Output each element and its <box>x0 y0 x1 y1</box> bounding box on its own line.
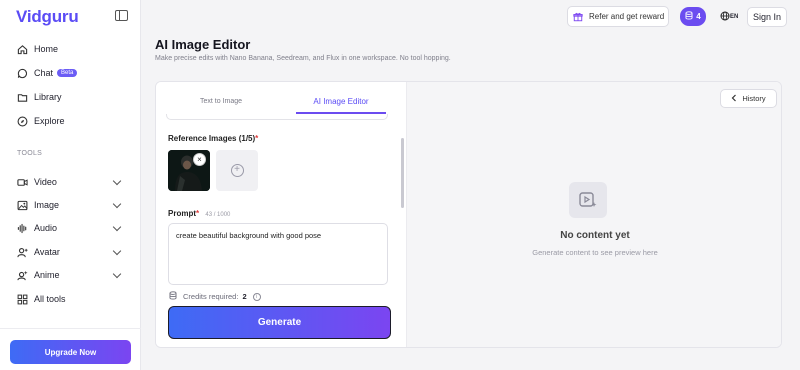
credits-required-label: Credits required: <box>183 292 239 301</box>
sidebar-item-label: Explore <box>34 116 65 126</box>
required-mark: * <box>255 134 259 143</box>
avatar-icon <box>17 247 28 258</box>
sidebar: Vidguru Home Chat Beta Library Explore T… <box>0 0 141 370</box>
language-selector[interactable]: EN <box>720 9 738 25</box>
home-icon <box>17 44 28 55</box>
empty-state-subtitle: Generate content to see preview here <box>532 248 658 257</box>
folder-icon <box>17 92 28 103</box>
generate-button[interactable]: Generate <box>168 306 391 339</box>
anime-icon <box>17 270 28 281</box>
sidebar-item-label: All tools <box>34 294 66 304</box>
chevron-down-icon[interactable] <box>112 222 122 232</box>
sidebar-divider <box>0 328 141 329</box>
sidebar-item-library[interactable]: Library <box>17 88 62 106</box>
tab-ai-image-editor[interactable]: AI Image Editor <box>286 90 396 112</box>
sidebar-item-audio[interactable]: Audio <box>17 219 122 237</box>
audio-icon <box>17 223 28 234</box>
upgrade-now-button[interactable]: Upgrade Now <box>10 340 131 364</box>
beta-badge: Beta <box>57 69 78 77</box>
sidebar-item-label: Anime <box>34 270 60 280</box>
preview-panel: History No content yet Generate content … <box>407 82 781 347</box>
chevron-down-icon[interactable] <box>112 199 122 209</box>
prompt-label-text: Prompt <box>168 209 196 218</box>
compass-icon <box>17 116 28 127</box>
sidebar-item-avatar[interactable]: Avatar <box>17 243 122 261</box>
tab-text-to-image[interactable]: Text to Image <box>166 90 276 112</box>
image-icon <box>17 200 28 211</box>
sidebar-item-explore[interactable]: Explore <box>17 112 65 130</box>
chevron-down-icon[interactable] <box>112 246 122 256</box>
plus-icon: + <box>230 164 244 177</box>
chat-icon <box>17 68 28 79</box>
reference-images-label-text: Reference Images (1/5) <box>168 134 256 143</box>
chevron-left-icon <box>731 94 737 104</box>
tools-section-label: TOOLS <box>17 150 43 157</box>
sidebar-item-label: Audio <box>34 223 58 233</box>
sidebar-item-anime[interactable]: Anime <box>17 266 122 284</box>
sidebar-item-label: Avatar <box>34 247 60 257</box>
refer-label: Refer and get reward <box>589 12 665 21</box>
prompt-char-counter: 43 / 1000 <box>205 212 231 218</box>
database-icon <box>685 11 693 22</box>
form-scrollbar[interactable] <box>401 138 404 208</box>
video-sparkle-icon <box>569 182 607 218</box>
close-icon: × <box>197 155 202 164</box>
page-subtitle: Make precise edits with Nano Banana, See… <box>155 55 451 62</box>
sidebar-item-video[interactable]: Video <box>17 173 122 191</box>
sidebar-collapse-icon[interactable] <box>115 10 128 21</box>
sidebar-item-all-tools[interactable]: All tools <box>17 290 66 308</box>
sidebar-item-label: Library <box>34 92 62 102</box>
sidebar-item-chat[interactable]: Chat Beta <box>17 64 78 82</box>
prompt-label: Prompt* 43 / 1000 <box>168 209 230 218</box>
sidebar-item-label: Chat <box>34 68 54 78</box>
page-title: AI Image Editor <box>155 37 251 52</box>
tab-panel-edge <box>166 114 388 120</box>
credits-balance-button[interactable]: 4 <box>680 7 706 26</box>
chevron-down-icon[interactable] <box>112 269 122 279</box>
reference-images-label: Reference Images (1/5)* <box>168 134 258 143</box>
language-code: EN <box>730 14 739 20</box>
sidebar-item-label: Image <box>34 200 60 210</box>
refer-button[interactable]: Refer and get reward <box>567 6 669 27</box>
credits-count: 4 <box>696 12 701 21</box>
grid-icon <box>17 294 28 305</box>
app-logo[interactable]: Vidguru <box>16 7 79 27</box>
gift-icon <box>573 12 583 22</box>
editor-workspace: Text to Image AI Image Editor Reference … <box>155 81 782 348</box>
required-mark: * <box>196 209 200 218</box>
sidebar-item-home[interactable]: Home <box>17 40 58 58</box>
info-icon[interactable]: i <box>252 292 261 301</box>
credits-required-row: Credits required: 2 i <box>169 291 261 302</box>
sidebar-item-label: Video <box>34 177 57 187</box>
database-icon <box>169 291 177 302</box>
sign-in-button[interactable]: Sign In <box>747 7 787 27</box>
credits-required-value: 2 <box>242 292 247 301</box>
remove-image-button[interactable]: × <box>193 153 206 166</box>
globe-icon <box>720 11 730 23</box>
sidebar-item-label: Home <box>34 44 59 54</box>
empty-state-title: No content yet <box>560 230 630 241</box>
prompt-input[interactable]: create beautiful background with good po… <box>168 223 388 285</box>
history-button[interactable]: History <box>720 89 777 108</box>
add-reference-image-button[interactable]: + <box>216 150 258 191</box>
sidebar-item-image[interactable]: Image <box>17 196 122 214</box>
editor-form-panel: Text to Image AI Image Editor Reference … <box>156 82 407 347</box>
chevron-down-icon[interactable] <box>112 176 122 186</box>
history-label: History <box>742 94 766 103</box>
video-icon <box>17 177 28 188</box>
